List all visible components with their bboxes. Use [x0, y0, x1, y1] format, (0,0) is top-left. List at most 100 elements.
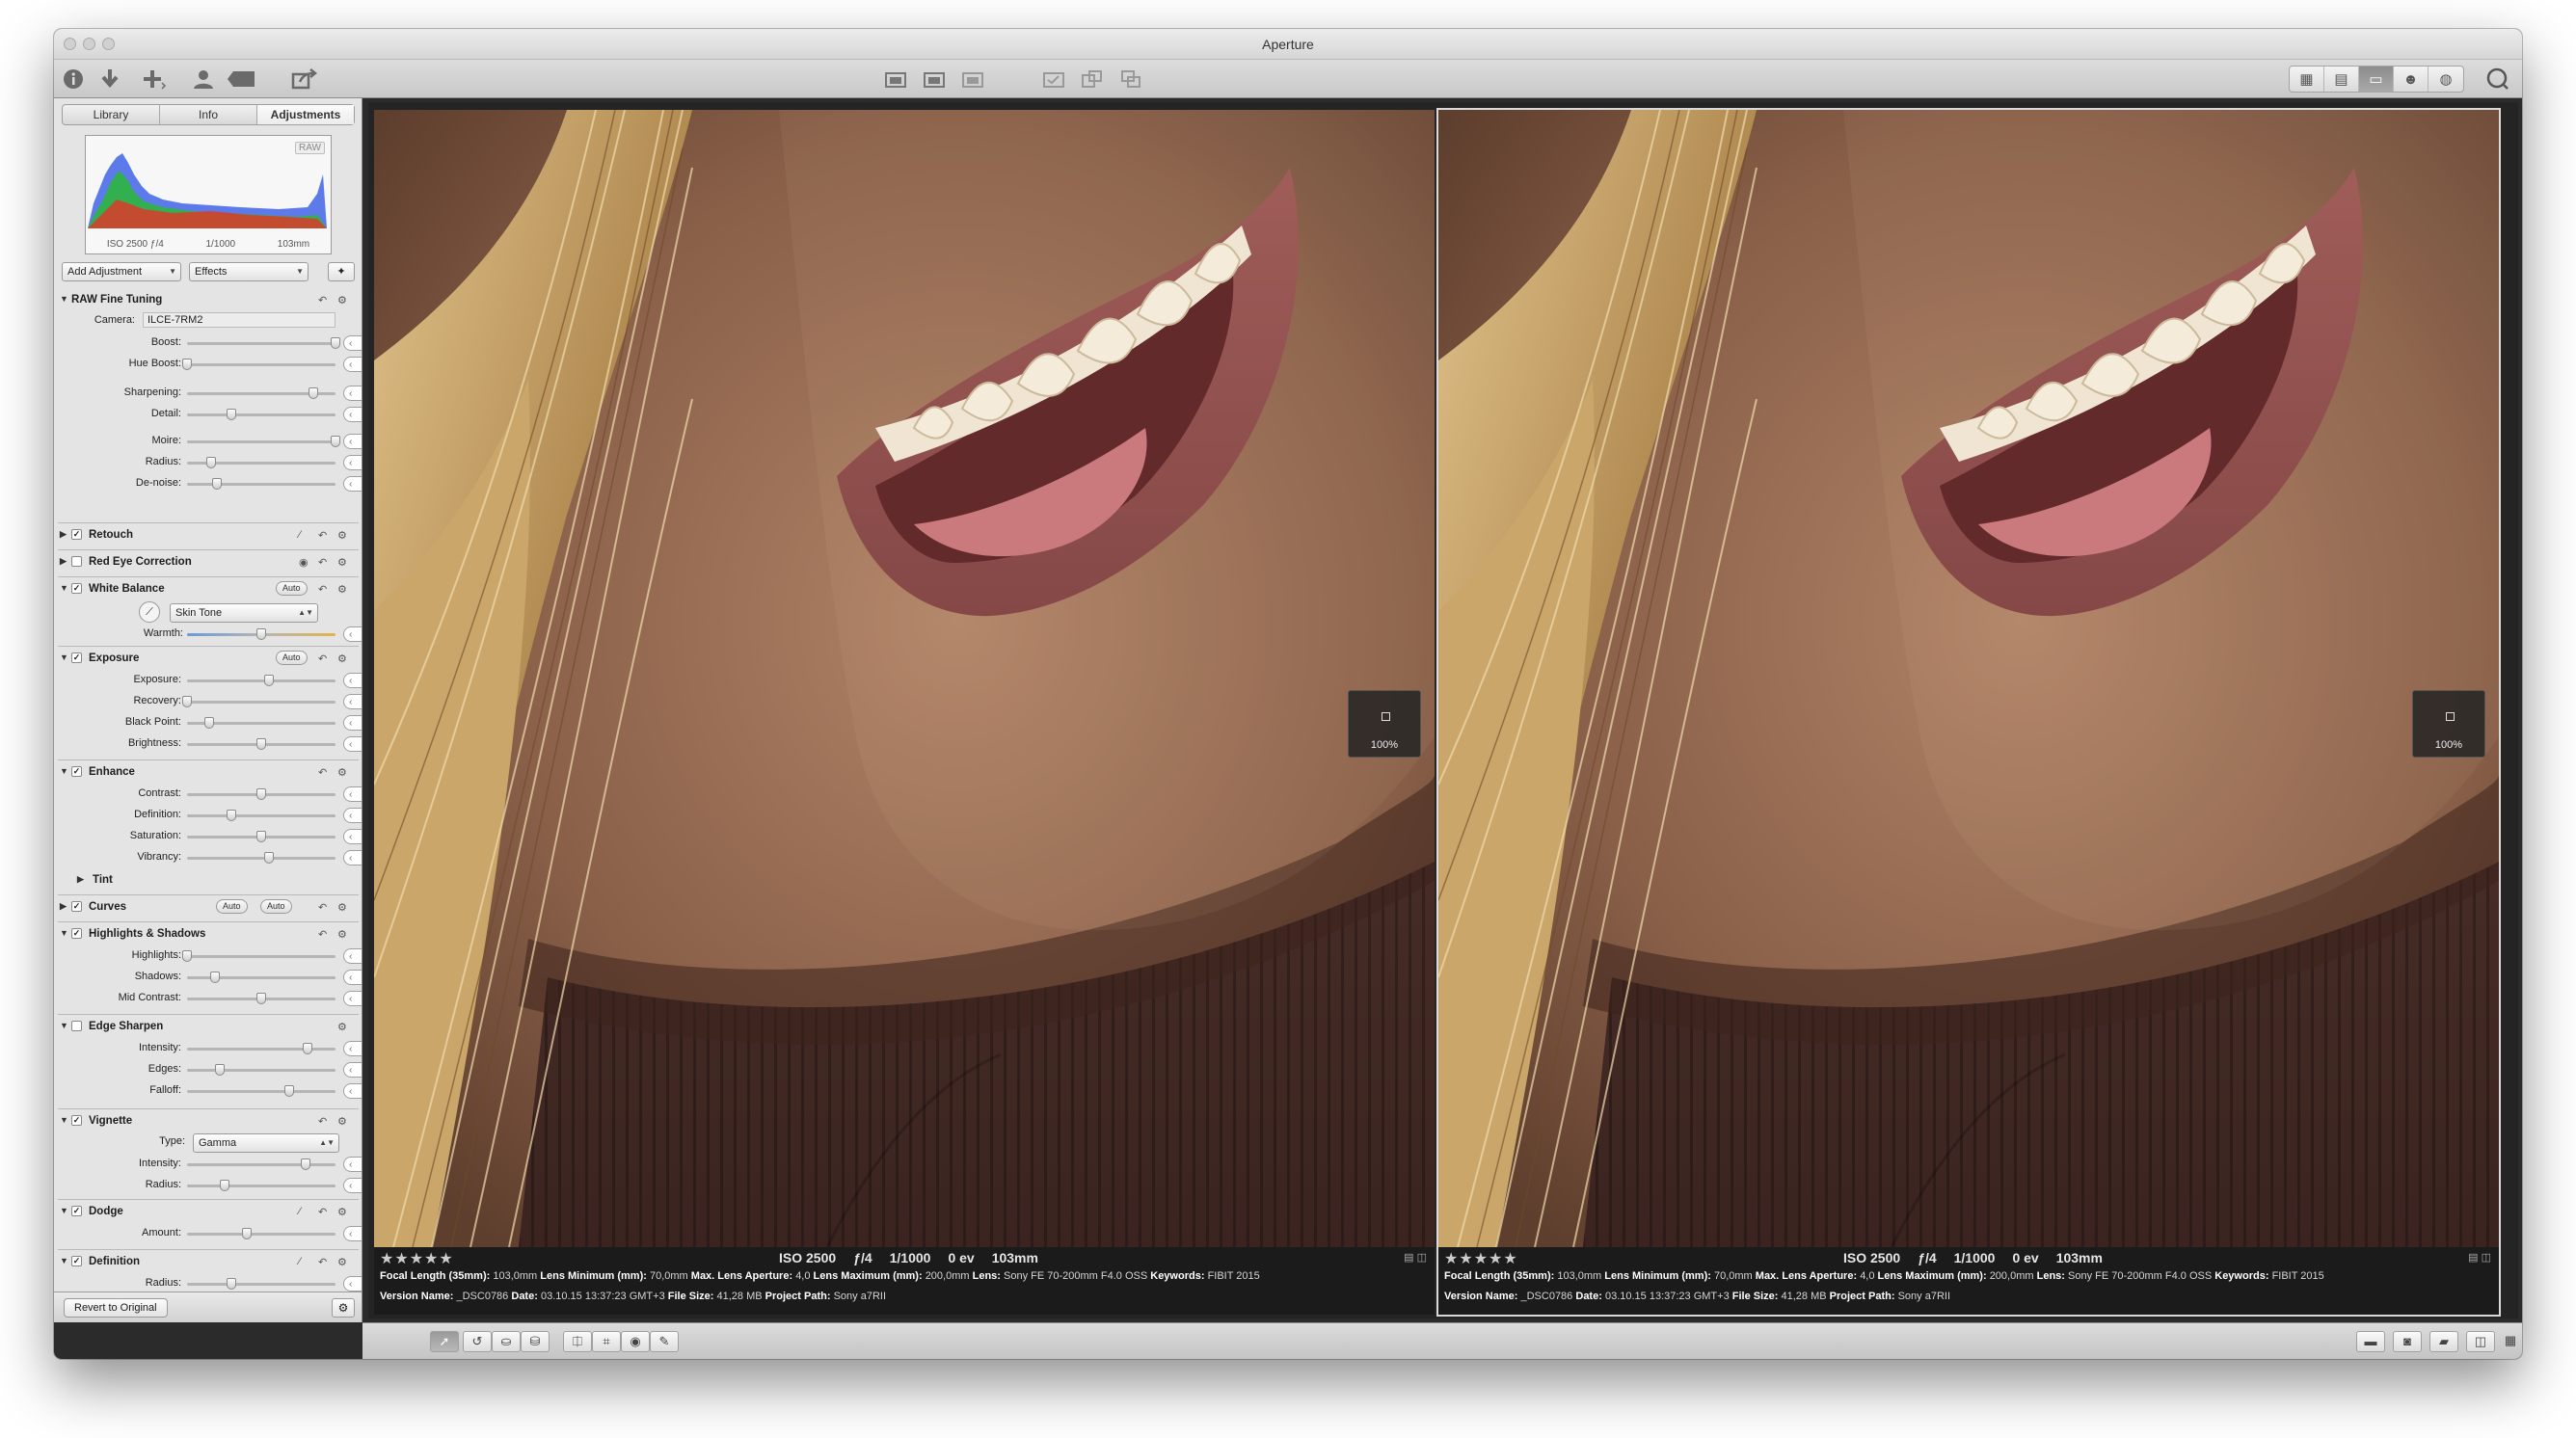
eyedropper-icon[interactable]: ⟋ [139, 601, 160, 623]
gear-icon[interactable]: ⚙ [337, 766, 347, 779]
radius-track[interactable] [187, 1278, 335, 1290]
tag-icon[interactable] [224, 66, 258, 93]
amount-track[interactable] [187, 1228, 335, 1239]
shadows-value-field[interactable]: 19,0 [343, 970, 362, 985]
radius-value-field[interactable]: 0,5 [343, 1178, 362, 1193]
mid-contrast-knob[interactable] [256, 993, 266, 1004]
section-highlights-shadows[interactable]: ▼ ✓ Highlights & Shadows ↶ ⚙ [54, 925, 362, 945]
sharpening-value-field[interactable]: 0,85 [343, 386, 362, 401]
falloff-knob[interactable] [284, 1085, 295, 1097]
hue-boost-value-field[interactable]: 0,00 [343, 357, 362, 372]
moire-track[interactable] [187, 436, 340, 447]
recovery-value-field[interactable]: 0,0 [343, 694, 362, 709]
mid-contrast-slider[interactable]: Mid Contrast: 0,0 [54, 989, 362, 1008]
brightness-value-field[interactable]: 0,0 [343, 736, 362, 752]
white-balance-checkbox[interactable]: ✓ [71, 583, 82, 594]
vignette-type-popup[interactable]: Gamma ▲▼ [193, 1133, 339, 1153]
mid-contrast-value-field[interactable]: 0,0 [343, 991, 362, 1006]
warmth-slider[interactable]: Warmth: 0,50 [54, 625, 362, 644]
reset-icon[interactable]: ↶ [318, 1206, 327, 1218]
amount-knob[interactable] [241, 1228, 252, 1239]
exposure-track[interactable] [187, 675, 335, 686]
radius-value-field[interactable]: 30,0 [343, 1276, 362, 1292]
brush-icon[interactable]: ⁄ [299, 1206, 301, 1217]
highlights-shadows-checkbox[interactable]: ✓ [71, 928, 82, 939]
section-vignette[interactable]: ▼ ✓ Vignette ↶ ⚙ [54, 1112, 362, 1132]
fullscreen-icon[interactable]: ▦ [2503, 1331, 2518, 1352]
gear-icon[interactable]: ⚙ [337, 556, 347, 569]
intensity-track[interactable] [187, 1043, 335, 1054]
intensity-knob[interactable] [301, 1158, 311, 1170]
white-balance-mode-popup[interactable]: Skin Tone ▲▼ [170, 603, 318, 623]
red-eye-checkbox[interactable] [71, 556, 82, 567]
black-point-track[interactable] [187, 717, 335, 729]
recovery-track[interactable] [182, 696, 335, 707]
tab-adjustments[interactable]: Adjustments [257, 105, 354, 124]
tab-library[interactable]: Library [63, 105, 160, 124]
intensity-track[interactable] [187, 1158, 335, 1170]
recovery-slider[interactable]: Recovery: 0,0 [54, 692, 362, 711]
highlights-knob[interactable] [182, 950, 192, 962]
rotate-icon[interactable] [1078, 66, 1107, 93]
de-noise-value-field[interactable]: 0,20 [343, 476, 362, 492]
hue-boost-slider[interactable]: Hue Boost: 0,00 [54, 355, 362, 374]
brush-icon[interactable]: ⁄ [299, 1256, 301, 1267]
white-balance-auto-button[interactable]: Auto [276, 581, 308, 596]
edges-knob[interactable] [214, 1064, 225, 1076]
grid-view-icon[interactable]: ▦ [2290, 67, 2324, 92]
black-point-knob[interactable] [204, 717, 215, 729]
vibrancy-track[interactable] [187, 852, 335, 864]
saturation-knob[interactable] [256, 831, 266, 842]
vibrancy-knob[interactable] [263, 852, 274, 864]
tint-disclosure[interactable]: ▶ Tint [54, 871, 362, 891]
shadows-slider[interactable]: Shadows: 19,0 [54, 968, 362, 987]
magic-wand-icon[interactable]: ✦ [328, 262, 355, 281]
detail-track[interactable] [187, 409, 335, 420]
reset-icon[interactable]: ↶ [318, 529, 327, 542]
vibrancy-value-field[interactable]: 0,1 [343, 850, 362, 865]
exposure-knob[interactable] [263, 675, 274, 686]
disclosure-triangle-icon[interactable]: ▼ [60, 294, 68, 304]
reset-icon[interactable]: ↶ [318, 556, 327, 569]
eye-icon[interactable]: ◉ [299, 556, 309, 569]
redeye-tool-icon[interactable]: ◉ [621, 1331, 650, 1352]
viewer-pane-left[interactable]: 100% ★★★★★ ISO 2500 ƒ/4 1/1000 0 ev 103m… [374, 110, 1435, 1315]
sharpening-track[interactable] [187, 387, 335, 399]
section-raw-fine-tuning[interactable]: ▼ RAW Fine Tuning ↶ ⚙ [54, 291, 362, 310]
retouch-checkbox[interactable]: ✓ [71, 529, 82, 540]
section-retouch[interactable]: ▶ ✓ Retouch ⁄ ↶ ⚙ [54, 526, 362, 546]
black-point-value-field[interactable]: 3,0 [343, 715, 362, 731]
brightness-slider[interactable]: Brightness: 0,0 [54, 734, 362, 754]
add-adjustment-popup[interactable]: Add Adjustment ▼ [62, 262, 181, 281]
gear-icon[interactable]: ⚙ [337, 652, 347, 665]
section-red-eye[interactable]: ▶ Red Eye Correction ◉ ↶ ⚙ [54, 553, 362, 573]
tab-info[interactable]: Info [160, 105, 257, 124]
effects-popup[interactable]: Effects ▼ [189, 262, 309, 281]
edges-track[interactable] [187, 1064, 335, 1076]
gear-icon[interactable]: ⚙ [337, 928, 347, 941]
radius-slider[interactable]: Radius: 4,00 [54, 453, 362, 472]
warmth-track[interactable] [187, 628, 335, 640]
brightness-track[interactable] [187, 738, 335, 750]
search-icon[interactable] [2483, 66, 2512, 93]
sharpening-slider[interactable]: Sharpening: 0,85 [54, 384, 362, 403]
falloff-value-field[interactable]: 0,69 [343, 1083, 362, 1099]
gear-icon[interactable]: ⚙ [337, 294, 347, 306]
photo-image[interactable] [1438, 110, 2499, 1247]
stamp-tool-icon[interactable]: ⛀ [492, 1331, 521, 1352]
vibrancy-slider[interactable]: Vibrancy: 0,1 [54, 848, 362, 867]
reset-icon[interactable]: ↶ [318, 928, 327, 941]
detail-value-field[interactable]: 0,30 [343, 407, 362, 422]
reset-icon[interactable]: ↶ [318, 583, 327, 596]
definition-track[interactable] [187, 810, 335, 821]
brightness-knob[interactable] [256, 738, 266, 750]
gear-icon[interactable]: ⚙ [337, 901, 347, 914]
radius-knob[interactable] [219, 1180, 229, 1191]
camera-icon[interactable]: ◙ [2393, 1331, 2422, 1352]
saturation-slider[interactable]: Saturation: 1,0 [54, 827, 362, 846]
gear-icon[interactable]: ⚙ [337, 1115, 347, 1128]
warmth-knob[interactable] [256, 628, 266, 640]
brush-icon[interactable]: ⁄ [299, 529, 301, 541]
edge-sharpen-checkbox[interactable] [71, 1021, 82, 1031]
gear-icon[interactable]: ⚙ [337, 1256, 347, 1268]
